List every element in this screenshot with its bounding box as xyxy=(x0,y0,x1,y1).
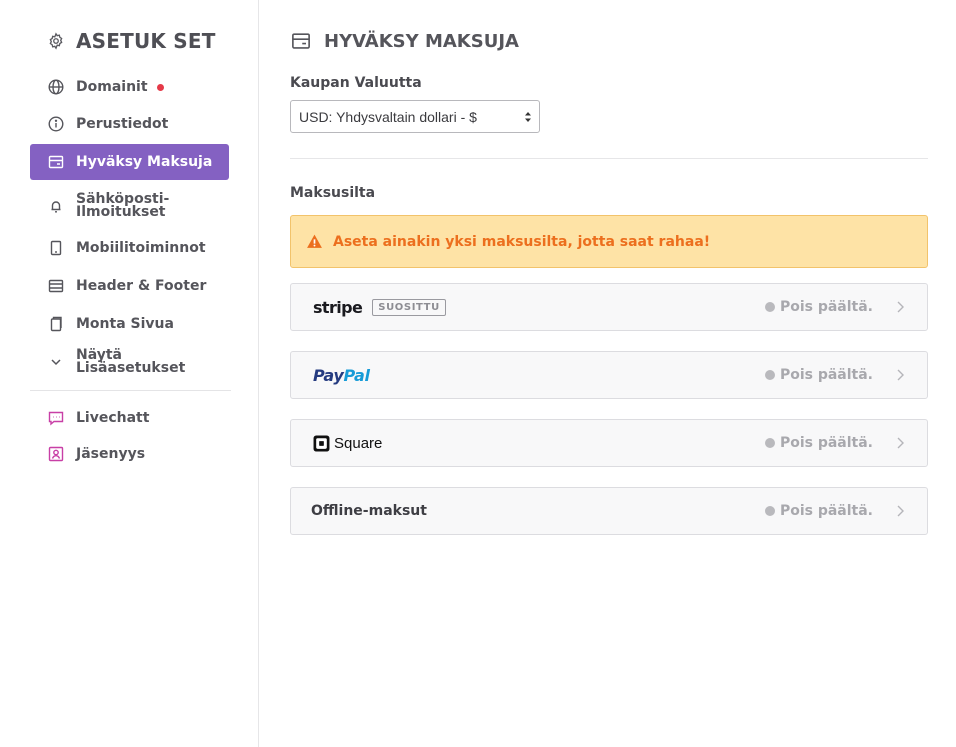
status-text: Pois päältä. xyxy=(779,503,873,519)
offline-label: Offline-maksut xyxy=(311,488,427,534)
status-dot xyxy=(764,506,775,516)
sidebar-item-membership[interactable]: Jäsenyys xyxy=(30,436,229,472)
sidebar-item-label: Perustiedot xyxy=(76,115,169,132)
gateway-row-stripe[interactable]: stripe SUOSITTU Pois päältä. xyxy=(290,283,928,331)
status-dot xyxy=(764,438,775,448)
gateway-status: Pois päältä. xyxy=(764,284,873,330)
sidebar-item-multiple-pages[interactable]: Monta Sivua xyxy=(30,306,229,342)
chevron-right-icon xyxy=(897,505,904,517)
settings-sidebar: ASETUK SET Domainit Perustiedot Hyväksy … xyxy=(0,0,259,747)
sidebar-item-label: Domainit xyxy=(76,78,148,95)
gateway-row-square[interactable]: Square Pois päältä. xyxy=(290,419,928,467)
sidebar-item-accept-payments[interactable]: Hyväksy Maksuja xyxy=(30,144,229,180)
paypal-logo-part1: Pay xyxy=(313,365,344,385)
globe-icon xyxy=(48,79,64,95)
gateway-status: Pois päältä. xyxy=(764,352,873,398)
sidebar-item-livechat[interactable]: Livechatt xyxy=(30,400,229,436)
bell-icon xyxy=(48,198,64,214)
settings-title-text: ASETUK SET xyxy=(76,29,216,53)
sidebar-item-label: Sähköposti- Ilmoitukset xyxy=(76,191,170,220)
currency-select[interactable]: USD: Yhdysvaltain dollari - $ xyxy=(290,100,540,133)
sidebar-item-label: Näytä Lisäasetukset xyxy=(76,347,186,376)
layout-icon xyxy=(48,278,64,294)
recommended-badge: SUOSITTU xyxy=(372,298,446,316)
square-logo-icon xyxy=(313,435,330,451)
section-divider xyxy=(290,158,928,159)
pages-icon xyxy=(48,316,64,332)
warning-text: Aseta ainakin yksi maksusilta, jotta saa… xyxy=(333,233,711,250)
gateway-row-paypal[interactable]: Pay Pal Pois päältä. xyxy=(290,351,928,399)
status-dot xyxy=(764,370,775,380)
warning-alert: Aseta ainakin yksi maksusilta, jotta saa… xyxy=(290,215,928,268)
chevron-right-icon xyxy=(897,369,904,381)
member-icon xyxy=(48,446,64,462)
select-arrows-icon xyxy=(525,112,531,122)
info-icon xyxy=(48,116,64,132)
paypal-logo-part2: Pal xyxy=(343,365,370,385)
gateway-status: Pois päältä. xyxy=(764,420,873,466)
sidebar-item-label: Header & Footer xyxy=(76,277,207,294)
offline-label-text: Offline-maksut xyxy=(311,503,427,519)
sidebar-item-label: Livechatt xyxy=(76,409,150,426)
sidebar-divider xyxy=(30,390,231,391)
page-title-text: HYVÄKSY MAKSUJA xyxy=(324,30,519,52)
status-text: Pois päältä. xyxy=(779,435,873,451)
chat-icon xyxy=(48,410,64,426)
paypal-logo: Pay Pal xyxy=(313,352,370,398)
status-text: Pois päältä. xyxy=(779,367,873,383)
sidebar-item-basic-info[interactable]: Perustiedot xyxy=(30,106,229,142)
stripe-logo: stripe SUOSITTU xyxy=(313,284,446,330)
square-logo-text: Square xyxy=(334,434,383,452)
status-dot xyxy=(764,302,775,312)
notification-dot xyxy=(156,83,164,91)
gateway-row-offline[interactable]: Offline-maksut Pois päältä. xyxy=(290,487,928,535)
mobile-icon xyxy=(48,240,64,256)
stripe-logo-text: stripe xyxy=(313,297,363,317)
settings-title: ASETUK SET xyxy=(46,27,216,55)
chevron-down-icon xyxy=(48,354,64,370)
warning-icon xyxy=(306,233,324,251)
status-text: Pois päältä. xyxy=(779,299,873,315)
gateways-label: Maksusilta xyxy=(290,185,376,201)
currency-select-value: USD: Yhdysvaltain dollari - $ xyxy=(299,108,477,125)
payment-card-icon xyxy=(48,154,64,170)
sidebar-item-domains[interactable]: Domainit xyxy=(30,69,229,105)
sidebar-item-label: Jäsenyys xyxy=(76,445,146,462)
sidebar-item-label: Monta Sivua xyxy=(76,315,174,332)
gateway-status: Pois päältä. xyxy=(764,488,873,534)
sidebar-item-show-more-settings[interactable]: Näytä Lisäasetukset xyxy=(30,344,229,380)
chevron-right-icon xyxy=(897,437,904,449)
sidebar-item-mobile[interactable]: Mobiilitoiminnot xyxy=(30,230,229,266)
sidebar-item-label: Hyväksy Maksuja xyxy=(76,153,213,170)
sidebar-item-label: Mobiilitoiminnot xyxy=(76,239,206,256)
page-title: HYVÄKSY MAKSUJA xyxy=(290,27,519,55)
sidebar-item-email-notifications[interactable]: Sähköposti- Ilmoitukset xyxy=(30,188,229,224)
payment-card-icon xyxy=(290,30,312,52)
currency-label: Kaupan Valuutta xyxy=(290,75,422,91)
sidebar-item-header-footer[interactable]: Header & Footer xyxy=(30,268,229,304)
square-logo: Square xyxy=(313,420,382,466)
gear-icon xyxy=(46,31,66,51)
chevron-right-icon xyxy=(897,301,904,313)
